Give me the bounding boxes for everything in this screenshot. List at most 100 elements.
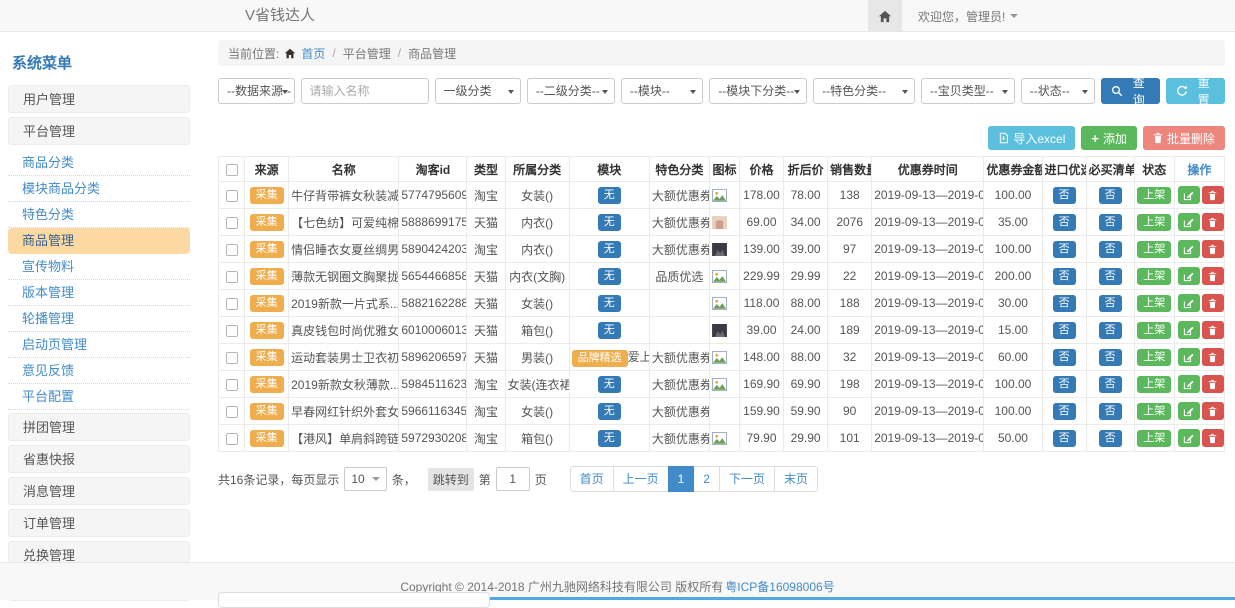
sidebar-item[interactable]: 意见反馈 (8, 358, 190, 384)
row-checkbox[interactable] (226, 244, 238, 256)
page-size-select[interactable]: 10 (344, 467, 386, 491)
sidebar-item[interactable]: 模块商品分类 (8, 176, 190, 202)
row-checkbox[interactable] (226, 271, 238, 283)
must-buy-badge[interactable]: 否 (1099, 268, 1122, 285)
row-checkbox[interactable] (226, 217, 238, 229)
page-button[interactable]: 上一页 (613, 466, 669, 492)
edit-button[interactable] (1178, 186, 1200, 204)
sidebar-group[interactable]: 省惠快报 (8, 445, 190, 473)
filter-select[interactable]: --模块下分类-- (709, 78, 807, 104)
must-buy-badge[interactable]: 否 (1099, 322, 1122, 339)
must-buy-badge[interactable]: 否 (1099, 403, 1122, 420)
status-badge[interactable]: 上架 (1137, 403, 1171, 420)
imported-badge[interactable]: 否 (1053, 376, 1076, 393)
edit-button[interactable] (1178, 402, 1200, 420)
filter-select[interactable]: --二级分类-- (527, 78, 615, 104)
home-button[interactable] (868, 0, 902, 32)
imported-badge[interactable]: 否 (1053, 403, 1076, 420)
add-button[interactable]: + 添加 (1081, 126, 1137, 150)
imported-badge[interactable]: 否 (1053, 214, 1076, 231)
status-badge[interactable]: 上架 (1137, 322, 1171, 339)
filter-select[interactable]: 一级分类 (435, 78, 521, 104)
must-buy-badge[interactable]: 否 (1099, 241, 1122, 258)
sidebar-item[interactable]: 版本管理 (8, 280, 190, 306)
row-checkbox[interactable] (226, 352, 238, 364)
sidebar-group[interactable]: 拼团管理 (8, 413, 190, 441)
breadcrumb-home-link[interactable]: 首页 (301, 45, 325, 62)
edit-button[interactable] (1178, 375, 1200, 393)
delete-button[interactable] (1202, 213, 1224, 231)
filter-select[interactable]: --数据来源-- (218, 78, 295, 104)
edit-button[interactable] (1178, 240, 1200, 258)
sidebar-group[interactable]: 订单管理 (8, 509, 190, 537)
delete-button[interactable] (1202, 186, 1224, 204)
status-badge[interactable]: 上架 (1137, 349, 1171, 366)
edit-button[interactable] (1178, 348, 1200, 366)
edit-button[interactable] (1178, 213, 1200, 231)
sidebar-group[interactable]: 平台管理 (8, 117, 190, 145)
must-buy-badge[interactable]: 否 (1099, 214, 1122, 231)
must-buy-badge[interactable]: 否 (1099, 430, 1122, 447)
jump-button[interactable]: 跳转到 (428, 468, 474, 491)
imported-badge[interactable]: 否 (1053, 322, 1076, 339)
status-badge[interactable]: 上架 (1137, 430, 1171, 447)
delete-button[interactable] (1202, 240, 1224, 258)
sidebar-item[interactable]: 平台配置 (8, 384, 190, 410)
row-checkbox[interactable] (226, 379, 238, 391)
row-checkbox[interactable] (226, 325, 238, 337)
page-button[interactable]: 2 (693, 466, 720, 492)
row-checkbox[interactable] (226, 406, 238, 418)
status-badge[interactable]: 上架 (1137, 295, 1171, 312)
imported-badge[interactable]: 否 (1053, 430, 1076, 447)
edit-button[interactable] (1178, 429, 1200, 447)
page-button[interactable]: 首页 (570, 466, 614, 492)
sidebar-group[interactable]: 用户管理 (8, 85, 190, 113)
sidebar-item[interactable]: 启动页管理 (8, 332, 190, 358)
row-checkbox[interactable] (226, 433, 238, 445)
sidebar-item[interactable]: 宣传物料 (8, 254, 190, 280)
sidebar-item[interactable]: 商品分类 (8, 150, 190, 176)
edit-button[interactable] (1178, 321, 1200, 339)
filter-select[interactable]: --状态-- (1021, 78, 1096, 104)
must-buy-badge[interactable]: 否 (1099, 295, 1122, 312)
row-checkbox[interactable] (226, 298, 238, 310)
edit-button[interactable] (1178, 267, 1200, 285)
must-buy-badge[interactable]: 否 (1099, 376, 1122, 393)
sidebar-item[interactable]: 轮播管理 (8, 306, 190, 332)
filter-select[interactable]: --模块-- (621, 78, 703, 104)
imported-badge[interactable]: 否 (1053, 295, 1076, 312)
delete-button[interactable] (1202, 429, 1224, 447)
imported-badge[interactable]: 否 (1053, 268, 1076, 285)
imported-badge[interactable]: 否 (1053, 241, 1076, 258)
sidebar-item[interactable]: 特色分类 (8, 202, 190, 228)
delete-button[interactable] (1202, 348, 1224, 366)
reset-button[interactable]: 重置 (1166, 78, 1225, 104)
edit-button[interactable] (1178, 294, 1200, 312)
page-button[interactable]: 1 (668, 466, 695, 492)
page-button[interactable]: 末页 (774, 466, 818, 492)
sidebar-group[interactable]: 消息管理 (8, 477, 190, 505)
status-badge[interactable]: 上架 (1137, 214, 1171, 231)
delete-button[interactable] (1202, 267, 1224, 285)
filter-select[interactable]: --特色分类-- (813, 78, 915, 104)
status-badge[interactable]: 上架 (1137, 268, 1171, 285)
status-badge[interactable]: 上架 (1137, 376, 1171, 393)
page-button[interactable]: 下一页 (719, 466, 775, 492)
name-search-input[interactable] (301, 78, 429, 104)
delete-button[interactable] (1202, 402, 1224, 420)
delete-button[interactable] (1202, 294, 1224, 312)
batch-delete-button[interactable]: 批量删除 (1143, 126, 1225, 150)
select-all-checkbox[interactable] (226, 164, 238, 176)
must-buy-badge[interactable]: 否 (1099, 187, 1122, 204)
user-menu[interactable]: 欢迎您，管理员! (918, 8, 1018, 25)
import-excel-button[interactable]: 导入excel (988, 126, 1075, 150)
delete-button[interactable] (1202, 321, 1224, 339)
status-badge[interactable]: 上架 (1137, 241, 1171, 258)
query-button[interactable]: 查询 (1101, 78, 1160, 104)
sidebar-item[interactable]: 商品管理 (8, 228, 190, 254)
row-checkbox[interactable] (226, 190, 238, 202)
imported-badge[interactable]: 否 (1053, 187, 1076, 204)
filter-select[interactable]: --宝贝类型-- (921, 78, 1015, 104)
imported-badge[interactable]: 否 (1053, 349, 1076, 366)
delete-button[interactable] (1202, 375, 1224, 393)
